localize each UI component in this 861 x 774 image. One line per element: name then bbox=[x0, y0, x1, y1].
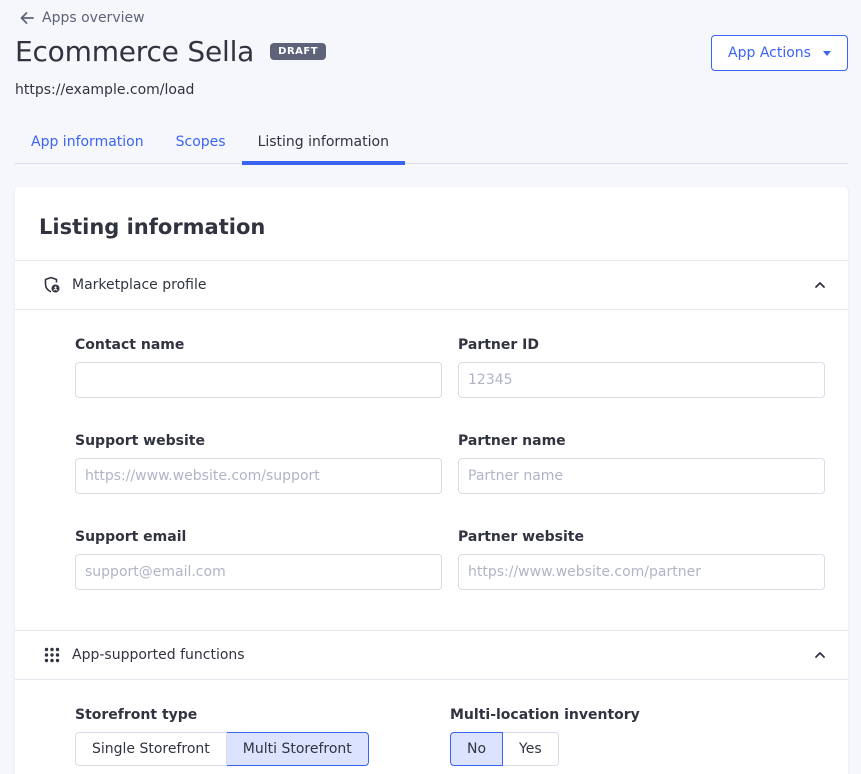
multi-location-field: Multi-location inventory No Yes bbox=[450, 707, 640, 766]
support-email-label: Support email bbox=[75, 529, 187, 545]
tab-bar: App information Scopes Listing informati… bbox=[15, 126, 848, 165]
support-email-field: Support email bbox=[75, 529, 442, 590]
contact-name-label: Contact name bbox=[75, 337, 185, 353]
grid-dots-icon bbox=[43, 646, 61, 664]
listing-card: Listing information Marketplace profile … bbox=[15, 187, 848, 774]
support-email-input[interactable] bbox=[75, 554, 442, 590]
app-actions-button[interactable]: App Actions bbox=[711, 35, 848, 71]
partner-website-input[interactable] bbox=[458, 554, 825, 590]
marketplace-profile-label: Marketplace profile bbox=[72, 277, 207, 293]
app-actions-label: App Actions bbox=[728, 45, 811, 61]
partner-name-field: Partner name bbox=[458, 433, 825, 494]
back-link[interactable]: Apps overview bbox=[18, 9, 145, 27]
caret-down-icon bbox=[822, 50, 831, 56]
partner-id-label: Partner ID bbox=[458, 337, 539, 353]
chevron-up-icon bbox=[815, 652, 825, 658]
storefront-type-label: Storefront type bbox=[75, 707, 198, 723]
multi-location-toggle: No Yes bbox=[450, 732, 640, 766]
partner-id-field: Partner ID bbox=[458, 337, 825, 398]
title-row: Ecommerce Sella DRAFT bbox=[15, 35, 327, 68]
contact-name-field: Contact name bbox=[75, 337, 442, 398]
partner-website-field: Partner website bbox=[458, 529, 825, 590]
back-link-label: Apps overview bbox=[42, 10, 145, 26]
tab-app-information[interactable]: App information bbox=[15, 126, 160, 163]
multi-storefront-option[interactable]: Multi Storefront bbox=[226, 732, 369, 766]
shield-icon bbox=[43, 276, 61, 294]
single-storefront-option[interactable]: Single Storefront bbox=[75, 732, 227, 766]
partner-name-label: Partner name bbox=[458, 433, 566, 449]
partner-website-label: Partner website bbox=[458, 529, 584, 545]
chevron-up-icon bbox=[815, 282, 825, 288]
multi-location-yes-option[interactable]: Yes bbox=[503, 732, 559, 766]
marketplace-profile-header[interactable]: Marketplace profile bbox=[15, 260, 848, 310]
storefront-type-toggle: Single Storefront Multi Storefront bbox=[75, 732, 369, 766]
support-website-field: Support website bbox=[75, 433, 442, 494]
card-title: Listing information bbox=[39, 215, 266, 239]
partner-name-input[interactable] bbox=[458, 458, 825, 494]
app-url: https://example.com/load bbox=[15, 82, 195, 98]
arrow-left-icon bbox=[20, 12, 34, 24]
supported-functions-label: App-supported functions bbox=[72, 647, 245, 663]
contact-name-input[interactable] bbox=[75, 362, 442, 398]
multi-location-no-option[interactable]: No bbox=[450, 732, 504, 766]
storefront-type-field: Storefront type Single Storefront Multi … bbox=[75, 707, 369, 766]
multi-location-label: Multi-location inventory bbox=[450, 707, 640, 723]
page-title: Ecommerce Sella bbox=[15, 35, 255, 68]
supported-functions-header[interactable]: App-supported functions bbox=[15, 630, 848, 680]
status-badge: DRAFT bbox=[270, 43, 327, 60]
tab-listing-information[interactable]: Listing information bbox=[241, 126, 406, 165]
support-website-label: Support website bbox=[75, 433, 205, 449]
support-website-input[interactable] bbox=[75, 458, 442, 494]
tab-scopes[interactable]: Scopes bbox=[160, 126, 242, 163]
partner-id-input[interactable] bbox=[458, 362, 825, 398]
